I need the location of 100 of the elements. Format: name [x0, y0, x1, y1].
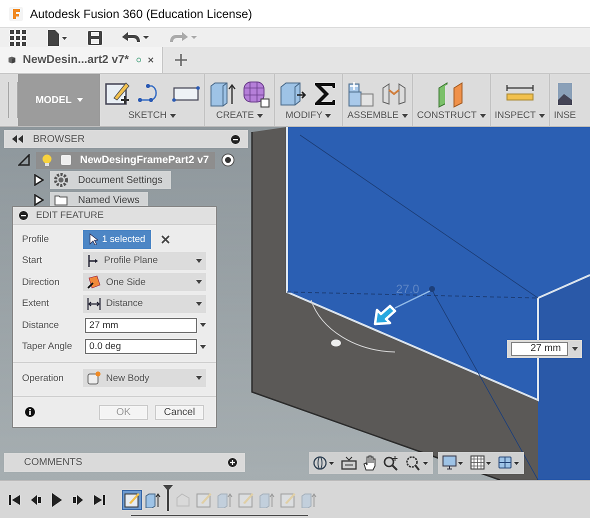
dropdown[interactable]: New Body: [83, 369, 206, 388]
dialog-title: EDIT FEATURE: [36, 210, 104, 221]
ribbon-group-menu[interactable]: CREATE: [216, 110, 263, 121]
expand-toggle-icon[interactable]: [18, 154, 30, 166]
caret-icon: [256, 114, 263, 118]
viewports-icon[interactable]: [498, 455, 520, 471]
hand-icon[interactable]: [363, 455, 377, 471]
zoom-window-icon[interactable]: [405, 455, 429, 471]
look-at-icon[interactable]: [341, 456, 357, 470]
gear-icon: [54, 173, 68, 187]
ribbon-group-menu[interactable]: CONSTRUCT: [417, 110, 486, 121]
tree-item[interactable]: Document Settings: [50, 171, 170, 189]
document-tab-title: NewDesin...art2 v7*: [22, 54, 129, 66]
caret-icon[interactable]: [572, 347, 578, 351]
workspace-menu[interactable]: MODEL: [18, 74, 100, 126]
field-label: Profile: [22, 234, 50, 245]
ribbon-group-menu[interactable]: MODIFY: [286, 110, 332, 121]
document-tab[interactable]: NewDesin...art2 v7*: [0, 47, 163, 73]
profile-plane-icon: [87, 254, 99, 267]
cursor-icon: [89, 233, 98, 246]
status-circle-icon: [136, 55, 142, 65]
tree-item-label: NewDesingFramePart2 v7: [80, 154, 209, 166]
expand-toggle-icon[interactable]: [34, 174, 44, 186]
dropdown-value: Distance: [106, 298, 144, 310]
press-pull-icon[interactable]: [279, 80, 307, 108]
skip-end-icon[interactable]: [93, 494, 105, 506]
drag-arrow-icon[interactable]: [371, 304, 397, 328]
undo-icon[interactable]: [122, 30, 150, 44]
file-icon[interactable]: [46, 30, 68, 46]
one-side-icon: [87, 275, 101, 290]
extrude-icon[interactable]: [209, 80, 237, 108]
collapse-panel-icon[interactable]: [12, 135, 23, 143]
timeline-marker-icon[interactable]: [163, 484, 173, 510]
add-tab-icon[interactable]: [175, 54, 187, 66]
dropdown-value: Profile Plane: [104, 255, 159, 266]
input-field[interactable]: 27 mm: [85, 318, 197, 333]
distance-manipulator[interactable]: 27 mm: [507, 340, 582, 358]
save-icon[interactable]: [88, 30, 102, 44]
orbit-icon[interactable]: [313, 455, 335, 471]
minimize-icon[interactable]: [231, 134, 240, 144]
step-forward-icon[interactable]: [72, 494, 84, 506]
play-icon[interactable]: [51, 492, 63, 506]
grid-icon[interactable]: [470, 455, 492, 471]
monitor-icon[interactable]: [442, 455, 464, 471]
distance-field[interactable]: 27 mm: [511, 342, 568, 356]
dropdown[interactable]: Distance: [83, 294, 206, 313]
dropdown-value: New Body: [106, 372, 150, 384]
timeline-step[interactable]: [123, 490, 141, 508]
distance-icon: [87, 298, 101, 310]
create-sketch-icon[interactable]: [104, 80, 132, 108]
dropdown-value: One Side: [106, 276, 147, 288]
caret-icon: [170, 114, 176, 118]
field-label: Taper Angle: [22, 341, 74, 352]
field-label: Start: [22, 255, 44, 266]
caret-icon: [196, 302, 202, 306]
field-label: Direction: [22, 276, 60, 288]
tree-item-label: Named Views: [78, 194, 140, 206]
ribbon-group-menu[interactable]: ASSEMBLE: [347, 110, 408, 121]
minimize-icon[interactable]: [19, 211, 28, 220]
app-logo-icon: [9, 6, 23, 20]
tree-item[interactable]: NewDesingFramePart2 v7: [36, 152, 215, 168]
expand-toggle-icon[interactable]: [34, 194, 44, 206]
sigma-icon[interactable]: [312, 80, 338, 108]
caret-icon[interactable]: [200, 323, 206, 328]
ribbon-group-menu[interactable]: INSPECT: [494, 110, 545, 121]
dropdown[interactable]: One Side: [83, 273, 206, 292]
cube-icon: [60, 154, 72, 166]
grid-menu-icon[interactable]: [10, 30, 26, 46]
field-label: Distance: [22, 320, 60, 331]
add-comment-icon[interactable]: [228, 458, 237, 467]
skip-start-icon[interactable]: [9, 494, 21, 506]
timeline-step[interactable]: [144, 490, 162, 508]
tree-item-label: Document Settings: [78, 174, 162, 186]
panel-title: COMMENTS: [24, 457, 82, 468]
field-label: Extent: [22, 298, 50, 310]
radio-icon[interactable]: [220, 153, 235, 167]
caret-icon: [196, 258, 202, 263]
caret-icon: [480, 114, 486, 118]
info-icon[interactable]: [25, 407, 35, 417]
dialog-button[interactable]: Cancel: [155, 404, 204, 420]
caret-icon[interactable]: [200, 344, 206, 349]
clear-icon[interactable]: [161, 234, 170, 244]
panel-title: BROWSER: [33, 134, 85, 144]
caret-icon: [196, 376, 202, 380]
step-back-icon[interactable]: [30, 494, 42, 506]
dropdown[interactable]: Profile Plane: [83, 252, 206, 270]
zoom-icon[interactable]: [383, 455, 399, 471]
selection-button[interactable]: 1 selected: [83, 230, 152, 249]
new-body-icon: [87, 371, 101, 386]
close-icon[interactable]: [148, 55, 154, 65]
ribbon-group-menu[interactable]: INSE: [554, 110, 576, 121]
input-field[interactable]: 0.0 deg: [85, 339, 197, 354]
new-component-icon[interactable]: [347, 80, 375, 108]
mesh-sphere-icon[interactable]: [242, 80, 270, 108]
caret-icon: [402, 114, 408, 118]
caret-icon: [76, 98, 83, 102]
caret-icon: [538, 114, 545, 118]
ribbon-group-menu[interactable]: SKETCH: [128, 110, 176, 121]
image-icon[interactable]: [558, 80, 572, 108]
caret-icon: [196, 280, 202, 284]
